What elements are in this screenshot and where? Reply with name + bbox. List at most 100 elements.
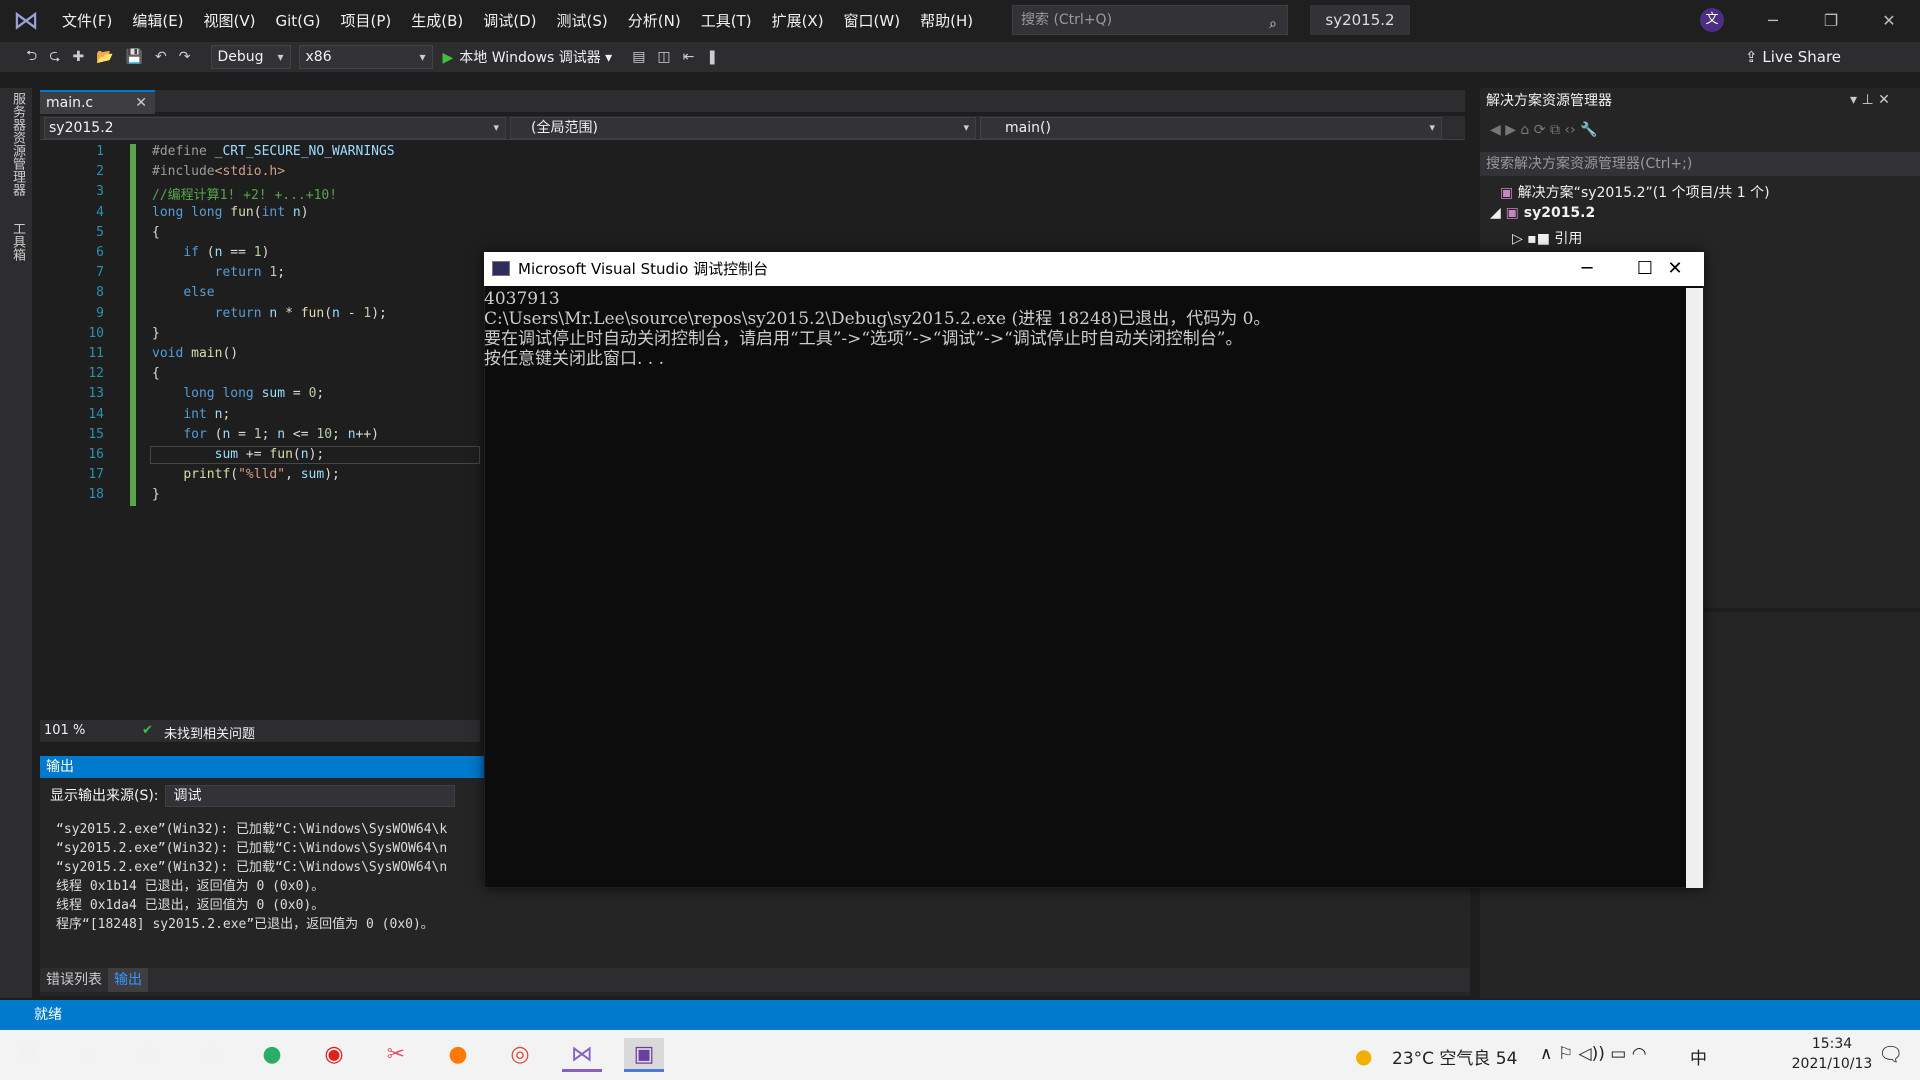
cortana-icon[interactable]: ○ — [130, 1038, 170, 1072]
code-line[interactable]: } — [152, 487, 160, 502]
server-explorer-tab[interactable]: 服务器资源管理器 — [8, 92, 27, 196]
step-icon[interactable]: ⇤ — [677, 49, 701, 65]
solution-root-item[interactable]: ▣ 解决方案“sy2015.2”(1 个项目/共 1 个) — [1500, 182, 1770, 202]
wechat-icon[interactable]: ● — [252, 1038, 292, 1072]
back-icon[interactable]: ◀ ▶ ⌂ ⟳ ⧉ ‹› 🔧 — [1490, 122, 1597, 138]
references-item[interactable]: ▷ ▪■ 引用 — [1512, 228, 1582, 248]
nav-scope-select[interactable]: (全局范围) — [510, 117, 976, 139]
expand-icon[interactable]: ◢ — [1490, 205, 1506, 221]
collapse-icon[interactable]: ▷ — [1512, 231, 1527, 247]
tab-output[interactable]: 输出 — [108, 968, 148, 992]
toolbox-tab[interactable]: 工具箱 — [8, 222, 27, 261]
menu-item[interactable]: 分析(N) — [618, 0, 691, 42]
menu-item[interactable]: 生成(B) — [401, 0, 473, 42]
tab-error-list[interactable]: 错误列表 — [40, 968, 108, 992]
snip-icon[interactable]: ✂ — [376, 1038, 416, 1072]
code-line[interactable]: sum += fun(n); — [152, 447, 325, 462]
code-line[interactable]: int n; — [152, 407, 230, 422]
code-token: ) — [300, 204, 309, 220]
back-icon[interactable]: ⮌ — [20, 45, 43, 69]
visual-studio-taskbar-icon[interactable]: ⋈ — [562, 1038, 602, 1072]
tab-main-c[interactable]: main.c ✕ — [40, 90, 155, 114]
code-line[interactable]: { — [152, 366, 160, 381]
windows-start-icon[interactable]: ⊞ — [8, 1038, 48, 1072]
code-token: ( — [292, 447, 301, 462]
console-scrollbar[interactable] — [1686, 288, 1703, 888]
code-token: ; — [316, 386, 325, 402]
code-line[interactable]: { — [152, 225, 160, 240]
close-button[interactable]: ✕ — [1860, 0, 1918, 42]
code-token: } — [152, 487, 160, 503]
save-icon[interactable]: 💾 — [120, 49, 149, 65]
code-line[interactable]: long long fun(int n) — [152, 205, 309, 220]
minimize-button[interactable]: ─ — [1744, 0, 1802, 42]
start-debugging-button[interactable]: ▶ 本地 Windows 调试器 ▾ — [443, 47, 613, 67]
code-token: ; — [222, 406, 231, 422]
close-tab-icon[interactable]: ✕ — [135, 92, 147, 114]
nav-project-select[interactable]: sy2015.2 — [44, 117, 506, 139]
tray-icons[interactable]: ∧ ⚐ ◁)) ▭ ◠ — [1540, 1044, 1647, 1064]
code-line[interactable]: printf("%lld", sum); — [152, 467, 340, 482]
platform-select[interactable]: x86 — [298, 45, 433, 69]
console-taskbar-icon[interactable]: ▣ — [624, 1038, 664, 1072]
new-project-icon[interactable]: ✚ — [66, 49, 90, 65]
zoom-level[interactable]: 101 % — [44, 723, 85, 738]
code-line[interactable]: void main() — [152, 346, 238, 361]
undo-icon[interactable]: ↶ — [149, 49, 173, 65]
menu-item[interactable]: 文件(F) — [52, 0, 122, 42]
configuration-select[interactable]: Debug — [210, 45, 291, 69]
search-icon[interactable]: ⌕ — [70, 1038, 110, 1072]
console-close-button[interactable]: ✕ — [1646, 252, 1704, 286]
nav-function-select[interactable]: main() — [980, 117, 1442, 139]
browse-icon[interactable]: ▤ — [626, 49, 651, 65]
code-line[interactable]: return n * fun(n - 1); — [152, 306, 387, 321]
project-item[interactable]: ◢ ▣ sy2015.2 — [1490, 205, 1595, 221]
menu-item[interactable]: 编辑(E) — [122, 0, 193, 42]
bookmark-icon[interactable]: ❚ — [700, 49, 724, 65]
panel-menu-icon[interactable]: ▾ ⊥ ✕ — [1850, 92, 1890, 108]
code-line[interactable]: long long sum = 0; — [152, 386, 324, 401]
solution-search-input[interactable]: 搜索解决方案资源管理器(Ctrl+;) — [1480, 152, 1920, 176]
code-token: void — [152, 346, 192, 361]
menu-item[interactable]: 项目(P) — [331, 0, 402, 42]
avatar[interactable]: 文 — [1700, 8, 1724, 32]
console-minimize-button[interactable]: ─ — [1558, 252, 1616, 286]
menu-item[interactable]: 工具(T) — [691, 0, 762, 42]
search-input[interactable]: 搜索 (Ctrl+Q) ⌕ — [1012, 5, 1288, 35]
bottom-tabs: 错误列表 输出 — [40, 968, 1470, 992]
ime-indicator[interactable]: 中 — [1690, 1044, 1707, 1069]
code-line[interactable]: if (n == 1) — [152, 245, 269, 260]
forward-icon[interactable]: ⮎ — [43, 45, 66, 69]
task-view-icon[interactable]: ⧉ — [190, 1038, 230, 1072]
maximize-button[interactable]: ❐ — [1802, 0, 1860, 42]
live-share-button[interactable]: ⇪ Live Share — [1745, 48, 1841, 66]
menu-item[interactable]: 扩展(X) — [762, 0, 834, 42]
code-line[interactable]: #include<stdio.h> — [152, 164, 285, 179]
menu-item[interactable]: 帮助(H) — [910, 0, 983, 42]
firefox-icon[interactable]: ● — [438, 1038, 478, 1072]
open-icon[interactable]: 📂 — [90, 49, 119, 65]
screenshot-icon[interactable]: ◫ — [651, 49, 676, 65]
notification-icon[interactable]: 🗨 — [1878, 1042, 1903, 1066]
chrome-icon[interactable]: ◎ — [500, 1038, 540, 1072]
output-source-select[interactable]: 调试 — [164, 785, 455, 807]
code-line[interactable]: //编程计算1! +2! +...+10! — [152, 184, 337, 203]
menu-item[interactable]: 测试(S) — [547, 0, 618, 42]
netease-music-icon[interactable]: ◉ — [314, 1038, 354, 1072]
redo-icon[interactable]: ↷ — [173, 49, 197, 65]
code-line[interactable]: } — [152, 326, 160, 341]
code-token: ( — [324, 305, 333, 321]
clock[interactable]: 15:34 2021/10/13 — [1790, 1034, 1874, 1074]
menu-item[interactable]: Git(G) — [266, 0, 331, 42]
code-token: += — [238, 447, 270, 462]
code-line[interactable]: #define _CRT_SECURE_NO_WARNINGS — [152, 144, 395, 159]
menu-item[interactable]: 调试(D) — [473, 0, 546, 42]
menu-item[interactable]: 视图(V) — [194, 0, 266, 42]
weather-text[interactable]: 23°C 空气良 54 — [1392, 1044, 1517, 1069]
code-line[interactable]: for (n = 1; n <= 10; n++) — [152, 427, 379, 442]
menu-item[interactable]: 窗口(W) — [834, 0, 911, 42]
code-line[interactable]: else — [152, 285, 214, 300]
search-icon[interactable]: ⌕ — [1269, 10, 1277, 38]
issues-status[interactable]: 未找到相关问题 — [164, 723, 255, 742]
code-line[interactable]: return 1; — [152, 265, 285, 280]
